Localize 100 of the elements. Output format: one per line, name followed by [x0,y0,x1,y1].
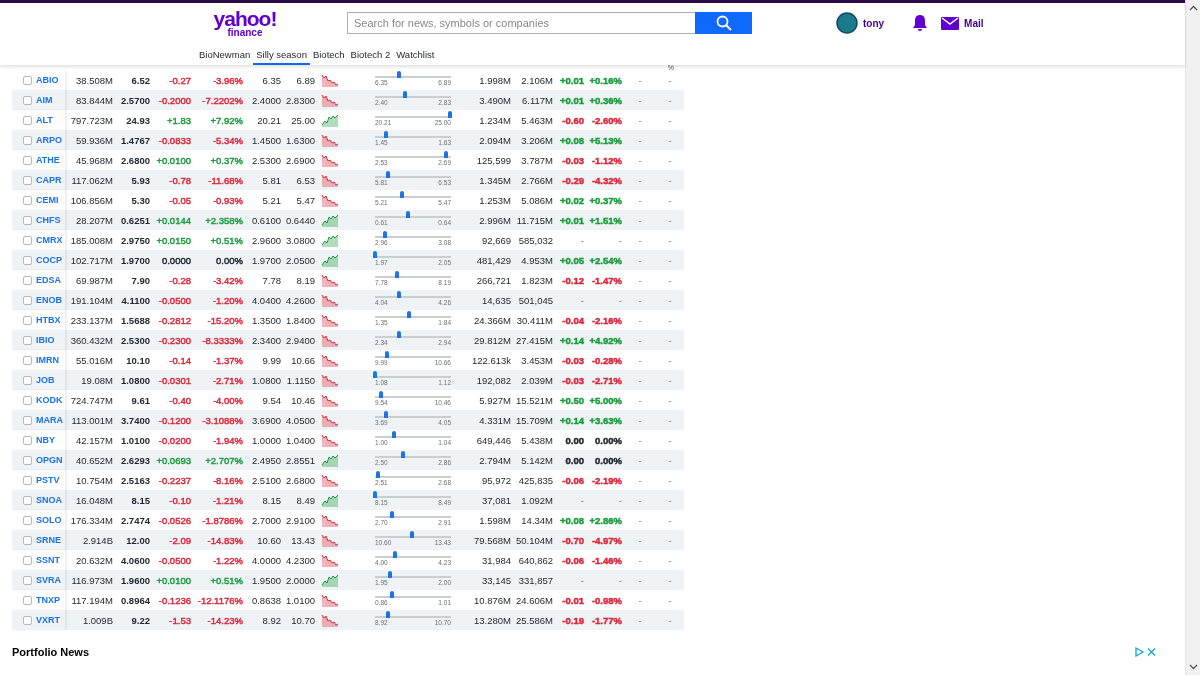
ad-choices-icon[interactable] [1135,647,1157,657]
search-field[interactable]: Search for news, symbols or companies [347,12,695,34]
checkbox[interactable] [23,135,32,145]
symbol-link[interactable]: SOLO [36,515,62,525]
table-cell-text: 176.334M [69,514,113,526]
symbol-link[interactable]: JOB [36,375,55,385]
checkbox[interactable] [23,155,32,165]
sparkline [321,293,339,307]
symbol-link[interactable]: ABIO [36,75,59,85]
table-cell-text: 1.8400 [284,314,315,326]
table-cell-text: -0.28% [590,354,622,366]
table-cell-text: 425,835 [517,474,553,486]
table-cell-text: 1.3500 [250,314,281,326]
user-name[interactable]: tony [863,17,885,29]
symbol-link[interactable]: KODK [36,395,63,405]
table-cell-text: 6.89 [295,74,315,86]
table-cell-text: - [579,234,584,246]
symbol-link[interactable]: TNXP [36,595,60,605]
checkbox[interactable] [23,395,32,405]
checkbox[interactable] [23,375,32,385]
checkbox[interactable] [23,255,32,265]
table-cell-text: 2.9600 [250,234,281,246]
checkbox[interactable] [23,295,32,305]
table-cell-text: -0.2237 [157,474,191,486]
symbol-link[interactable]: IBIO [36,335,55,345]
table-cell-text: 2.039M [520,374,553,386]
checkbox[interactable] [23,455,32,465]
table-cell-text: - [617,294,622,306]
table-cell-text: 5.142M [520,454,553,466]
checkbox[interactable] [23,595,32,605]
table-cell-text: +2.54% [588,254,622,266]
symbol-link[interactable]: NBY [36,435,55,445]
checkbox[interactable] [23,95,32,105]
symbol-link[interactable]: AIM [36,95,53,105]
checkbox[interactable] [23,235,32,245]
checkbox[interactable] [23,115,32,125]
nav-tab[interactable]: BioNewman [196,43,254,65]
search-button[interactable] [695,12,752,34]
bell-icon[interactable] [912,14,929,32]
checkbox[interactable] [23,195,32,205]
table-cell-text: 11.715M [515,214,553,226]
symbol-link[interactable]: IMRN [36,355,59,365]
table-cell-text: 2.5100 [250,474,281,486]
checkbox[interactable] [23,215,32,225]
checkbox[interactable] [23,615,32,625]
logo[interactable]: yahoo! finance [200,8,290,38]
table-cell-text: -0.0526 [157,514,191,526]
checkbox[interactable] [23,435,32,445]
table-cell-text: -2.16% [590,314,622,326]
checkbox[interactable] [23,75,32,85]
table-cell-text: 2.4000 [250,94,281,106]
nav-tab[interactable]: Biotech [309,43,348,65]
symbol-link[interactable]: HTBX [36,315,61,325]
avatar[interactable] [836,12,858,34]
table-cell-text: 55.016M [75,354,113,366]
checkbox[interactable] [23,555,32,565]
table-cell-text: +0.16% [588,74,622,86]
table-cell-text: -0.2812 [157,314,191,326]
symbol-link[interactable]: SSNT [36,555,60,565]
symbol-link[interactable]: ATHE [36,155,60,165]
table-cell-text: 1.9600 [119,574,150,586]
nav-tab[interactable]: Biotech 2 [347,43,394,65]
table-cell-text: - [667,394,673,406]
table-cell-text: +0.37% [588,194,622,206]
scroll-down-icon[interactable] [1188,664,1198,670]
checkbox[interactable] [23,575,32,585]
table-cell-text: 2.5300 [119,334,150,346]
scrollbar[interactable] [1185,0,1200,675]
symbol-link[interactable]: EDSA [36,275,61,285]
mail-link[interactable]: Mail [941,16,984,30]
checkbox[interactable] [23,475,32,485]
checkbox[interactable] [23,415,32,425]
envelope-icon [941,16,960,30]
table-cell-text: 9.99 [261,354,281,366]
symbol-link[interactable]: PSTV [36,475,60,485]
checkbox[interactable] [23,515,32,525]
checkbox[interactable] [23,335,32,345]
checkbox[interactable] [23,275,32,285]
table-cell-text: +0.14 [558,334,584,346]
checkbox[interactable] [23,355,32,365]
symbol-link[interactable]: ALT [36,115,53,125]
table-cell-text: 1.4500 [250,134,281,146]
nav-tab[interactable]: Watchlist [393,43,438,65]
nav-tab[interactable]: Silly season [253,43,310,65]
table-cell-text: -2.60% [590,114,622,126]
table-cell-text: 24.366M [473,314,511,326]
table-cell-text: -0.78 [168,174,191,186]
table-cell-text: 6.52 [130,74,150,86]
checkbox[interactable] [23,175,32,185]
checkbox[interactable] [23,535,32,545]
table-cell-text: -0.98% [590,594,622,606]
symbol-link[interactable]: CEMI [36,195,59,205]
scroll-up-icon[interactable] [1188,5,1198,11]
checkbox[interactable] [23,315,32,325]
table-cell-text: -0.12 [561,274,584,286]
table-cell-text: 2.3400 [250,334,281,346]
checkbox[interactable] [23,495,32,505]
table-cell-text: 8.19 [295,274,315,286]
symbol-link[interactable]: CMRX [36,235,63,245]
table-cell-text: 0.00% [215,254,243,266]
